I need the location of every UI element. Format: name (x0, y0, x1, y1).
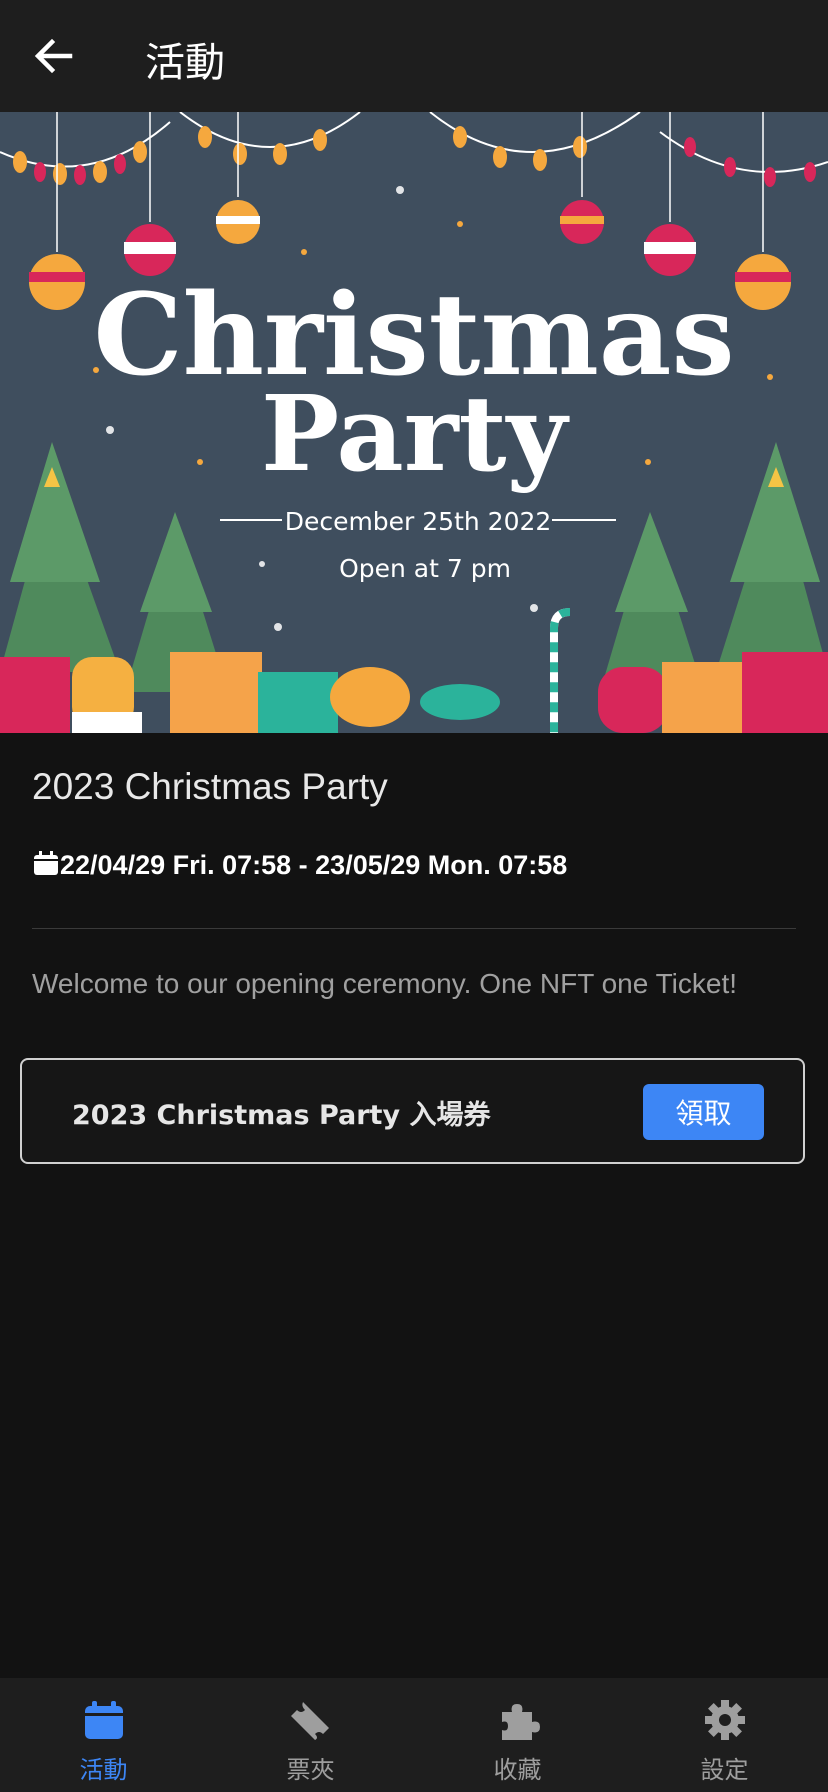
event-title: 2023 Christmas Party (32, 766, 388, 807)
banner-time: Open at 7 pm (339, 554, 511, 583)
event-banner: Christmas Party December 25th 2022 Open … (0, 111, 828, 733)
nav-item-events[interactable]: 活動 (0, 1678, 207, 1792)
ticket-card: 2023 Christmas Party 入場券 領取 (20, 1058, 805, 1164)
bottom-navigation: 活動 票夾 收藏 設定 (0, 1678, 828, 1792)
claim-button[interactable]: 領取 (643, 1084, 764, 1140)
ticket-name: 2023 Christmas Party 入場券 (72, 1100, 491, 1131)
nav-label-settings: 設定 (700, 1756, 749, 1784)
divider (32, 928, 796, 929)
page-title: 活動 (145, 40, 225, 86)
banner-date: December 25th 2022 (285, 507, 552, 536)
event-date-range: 22/04/29 Fri. 07:58 - 23/05/29 Mon. 07:5… (60, 850, 568, 880)
puzzle-icon (501, 1704, 540, 1740)
event-date-row: 22/04/29 Fri. 07:58 - 23/05/29 Mon. 07:5… (32, 850, 567, 881)
nav-item-tickets[interactable]: 票夾 (207, 1678, 414, 1792)
nav-label-tickets: 票夾 (286, 1756, 335, 1784)
ticket-icon (290, 1702, 329, 1740)
nav-item-collection[interactable]: 收藏 (414, 1678, 621, 1792)
app-bar: 活動 (0, 0, 828, 112)
nav-label-events: 活動 (79, 1756, 128, 1784)
nav-item-settings[interactable]: 設定 (621, 1678, 828, 1792)
calendar-icon (34, 850, 58, 875)
banner-headline-line2: Party (261, 372, 570, 495)
nav-label-collection: 收藏 (493, 1756, 542, 1784)
event-description: Welcome to our opening ceremony. One NFT… (32, 968, 738, 999)
gear-icon (704, 1700, 745, 1740)
arrow-left-icon (34, 38, 73, 74)
christmas-party-banner-image: Christmas Party December 25th 2022 Open … (0, 111, 828, 733)
calendar-icon (84, 1701, 123, 1739)
back-button[interactable] (30, 32, 78, 80)
